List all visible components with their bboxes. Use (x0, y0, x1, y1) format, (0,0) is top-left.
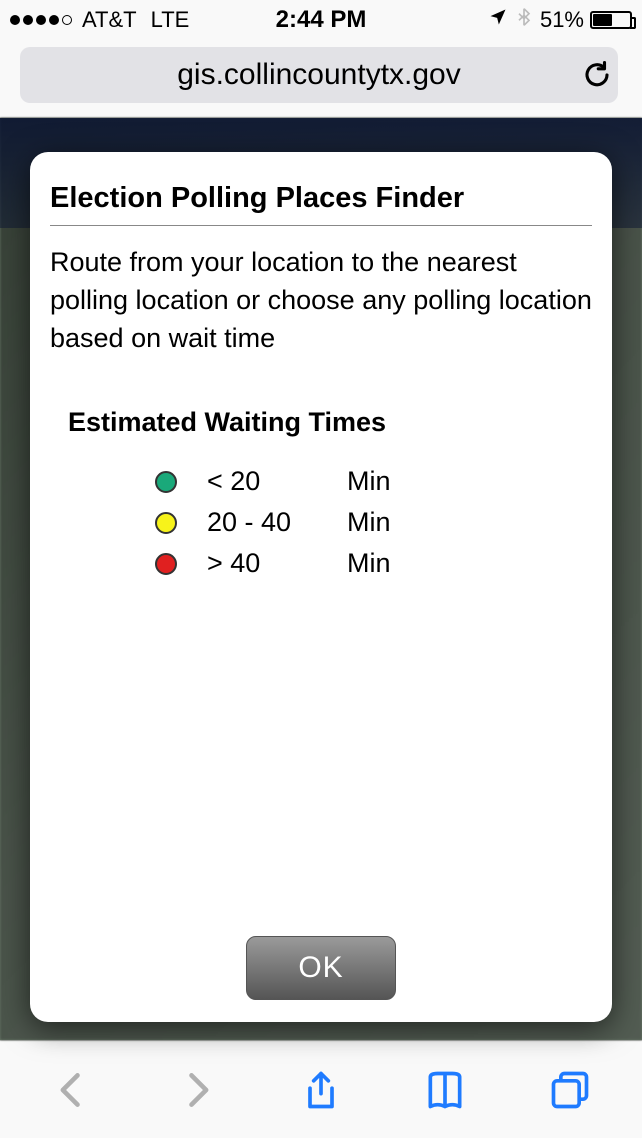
legend-range-label: 20 - 40 (207, 507, 347, 538)
legend-unit-label: Min (347, 466, 391, 497)
url-field[interactable]: gis.collincountytx.gov (20, 47, 618, 103)
battery-percentage-label: 51% (540, 7, 584, 33)
legend-range-label: > 40 (207, 548, 347, 579)
legend-item: < 20 Min (155, 466, 592, 497)
refresh-button[interactable] (572, 60, 622, 90)
browser-address-bar: gis.collincountytx.gov (0, 40, 642, 118)
share-button[interactable] (291, 1060, 351, 1120)
browser-toolbar (0, 1040, 642, 1138)
signal-strength-icon (10, 15, 72, 25)
clock-label: 2:44 PM (276, 6, 367, 34)
legend-title: Estimated Waiting Times (68, 407, 592, 438)
info-dialog: Election Polling Places Finder Route fro… (30, 152, 612, 1022)
back-button[interactable] (42, 1060, 102, 1120)
bluetooth-icon (514, 7, 534, 33)
legend-dot-icon (155, 471, 177, 493)
url-text: gis.collincountytx.gov (177, 58, 460, 92)
content-area: Election Polling Places Finder Route fro… (0, 118, 642, 1040)
bookmarks-button[interactable] (415, 1060, 475, 1120)
legend-unit-label: Min (347, 548, 391, 579)
legend-item: > 40 Min (155, 548, 592, 579)
legend-dot-icon (155, 553, 177, 575)
status-bar: AT&T LTE 2:44 PM 51% (0, 0, 642, 40)
battery-icon (590, 11, 632, 29)
dialog-button-row: OK (50, 936, 592, 1000)
network-label: LTE (151, 7, 190, 33)
legend-list: < 20 Min 20 - 40 Min > 40 Min (155, 466, 592, 589)
tabs-button[interactable] (540, 1060, 600, 1120)
carrier-label: AT&T (82, 7, 137, 33)
dialog-description: Route from your location to the nearest … (50, 244, 592, 357)
dialog-title: Election Polling Places Finder (50, 182, 592, 215)
legend-dot-icon (155, 512, 177, 534)
forward-button[interactable] (167, 1060, 227, 1120)
status-left-group: AT&T LTE (10, 7, 189, 33)
dialog-divider (50, 225, 592, 226)
legend-unit-label: Min (347, 507, 391, 538)
legend-range-label: < 20 (207, 466, 347, 497)
status-right-group: 51% (488, 7, 632, 33)
legend-item: 20 - 40 Min (155, 507, 592, 538)
location-services-icon (488, 7, 508, 33)
ok-button[interactable]: OK (246, 936, 396, 1000)
